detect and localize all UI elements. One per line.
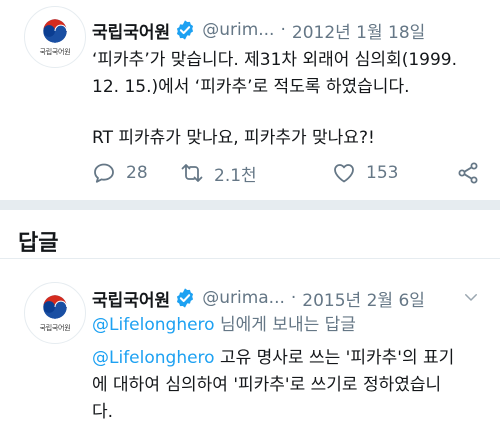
tweet-text-line: RT 피카츄가 맞나요, 피카추가 맞나요?! [92, 128, 375, 148]
like-count: 153 [366, 163, 399, 183]
avatar[interactable]: 국립국어원 [24, 282, 86, 344]
replying-to-label: 님에게 보내는 답글 [214, 315, 356, 335]
avatar[interactable]: 국립국어원 [24, 6, 86, 68]
tweet-text-line: 다. [92, 402, 114, 422]
separator-dot: · [290, 288, 297, 308]
tweet-reply[interactable]: 국립국어원 국립국어원 @urima... · 2015년 2월 6일 @Lif… [0, 258, 500, 425]
separator-dot: · [280, 20, 286, 40]
tweet-text: 고유 명사로 쓰는 '피카추'의 표기 [214, 348, 455, 368]
like-icon [334, 164, 354, 183]
share-button[interactable] [456, 161, 490, 185]
tweet-header: 국립국어원 @urim... · 2012년 1월 18일 [92, 16, 480, 44]
replying-to: @Lifelonghero 님에게 보내는 답글 [92, 312, 480, 339]
tweet-text-line: @Lifelonghero 고유 명사로 쓰는 '피카추'의 표기 [92, 345, 480, 372]
avatar-caption: 국립국어원 [39, 323, 71, 332]
tweet-text-line: 에 대하여 심의하여 '피카추'로 쓰기로 정하였습니 [92, 375, 442, 395]
reply-count: 28 [126, 163, 148, 183]
chevron-down-icon[interactable] [462, 288, 480, 306]
reply-icon [94, 163, 114, 183]
like-button[interactable]: 153 [332, 161, 398, 185]
timestamp[interactable]: 2015년 2월 6일 [302, 286, 425, 311]
tweet-text-line: 12. 15.)에서 ‘피카추’로 적도록 하였습니다. [92, 77, 410, 97]
handle[interactable]: @urima... [202, 288, 285, 308]
section-divider [0, 200, 500, 210]
verified-badge-icon [177, 288, 194, 308]
handle[interactable]: @urim... [202, 20, 274, 40]
retweet-button[interactable]: 2.1천 [180, 161, 257, 186]
mention-link[interactable]: @Lifelonghero [92, 315, 215, 335]
share-icon [458, 162, 478, 184]
tweet-actions: 28 2.1천 153 [92, 158, 480, 188]
reply-button[interactable]: 28 [92, 161, 148, 185]
display-name[interactable]: 국립국어원 [92, 18, 170, 43]
tweet-text-line: ‘피카추’가 맞습니다. 제31차 외래어 심의회(1999. [92, 50, 457, 70]
retweet-count: 2.1천 [214, 165, 257, 186]
government-emblem-icon [43, 18, 68, 43]
verified-badge-icon [177, 20, 194, 40]
retweet-icon [181, 164, 203, 182]
replies-heading: 답글 [18, 231, 59, 256]
timestamp[interactable]: 2012년 1월 18일 [292, 18, 425, 43]
display-name[interactable]: 국립국어원 [92, 286, 170, 311]
avatar-caption: 국립국어원 [39, 47, 71, 56]
government-emblem-icon [43, 294, 68, 319]
tweet-original[interactable]: 국립국어원 국립국어원 @urim... · 2012년 1월 18일 ‘피카추… [0, 0, 500, 200]
mention-link[interactable]: @Lifelonghero [92, 348, 215, 368]
tweet-header: 국립국어원 @urima... · 2015년 2월 6일 [92, 284, 480, 312]
